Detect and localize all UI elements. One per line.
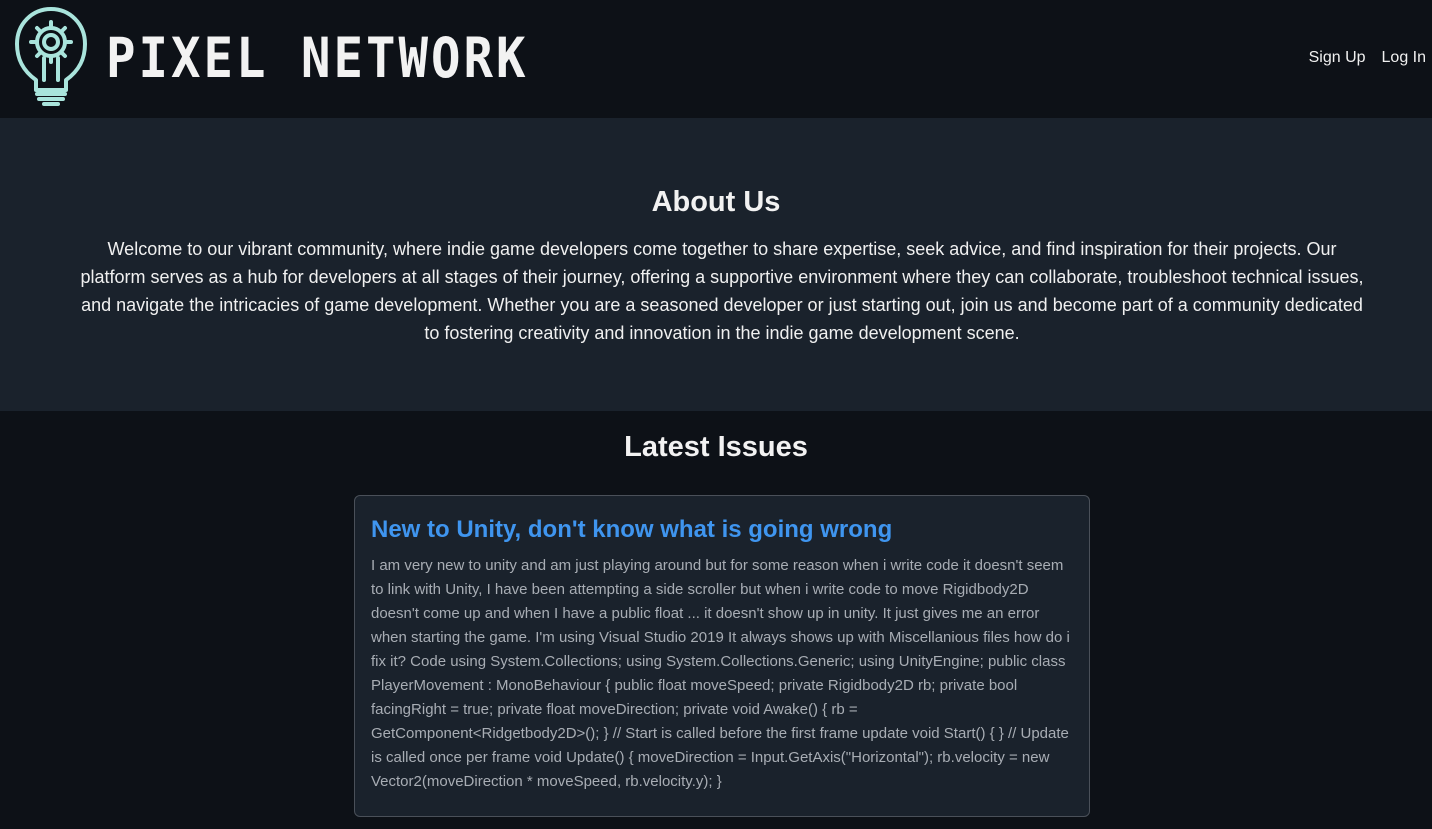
lightbulb-gear-icon	[15, 7, 87, 106]
issue-body: I am very new to unity and am just playi…	[371, 557, 1070, 790]
about-section: About Us Welcome to our vibrant communit…	[0, 118, 1432, 411]
logo-text: PIXEL NETWORK	[106, 26, 529, 90]
logo-link[interactable]: PIXEL NETWORK	[14, 6, 529, 110]
about-text: Welcome to our vibrant community, where …	[80, 239, 1364, 343]
issue-card: New to Unity, don't know what is going w…	[354, 495, 1090, 817]
about-heading: About Us	[651, 186, 781, 218]
log-in-link[interactable]: Log In	[1382, 47, 1426, 69]
site-header: PIXEL NETWORK Sign Up Log In	[0, 0, 1432, 118]
latest-issues-section: Latest Issues New to Unity, don't know w…	[0, 411, 1432, 829]
header-nav: Sign Up Log In	[1309, 47, 1426, 69]
page: PIXEL NETWORK Sign Up Log In About Us We…	[0, 0, 1432, 829]
latest-issues-heading: Latest Issues	[624, 431, 808, 463]
sign-up-link[interactable]: Sign Up	[1309, 47, 1366, 69]
issue-title-link[interactable]: New to Unity, don't know what is going w…	[371, 512, 1073, 548]
